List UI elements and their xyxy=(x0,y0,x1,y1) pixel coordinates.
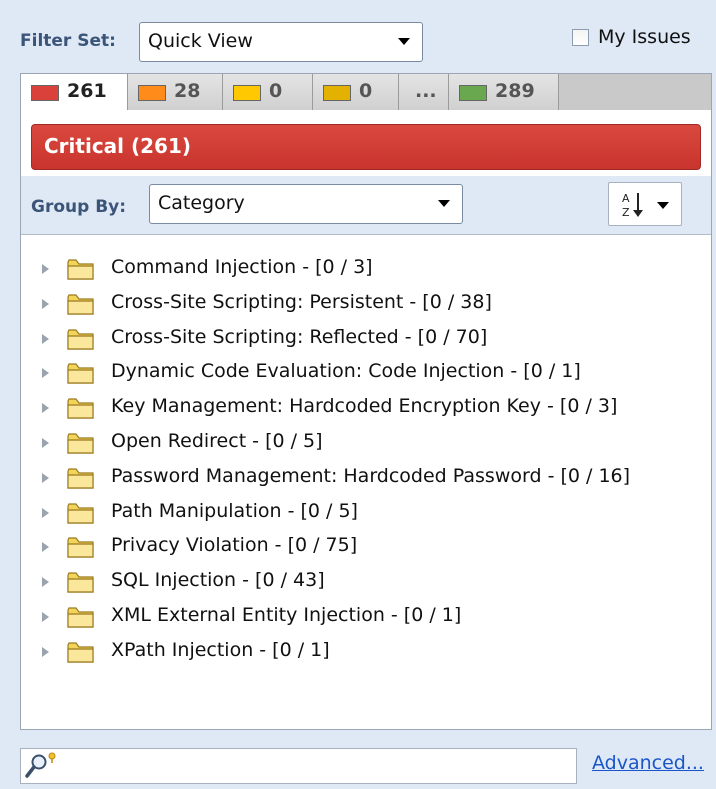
group-by-dropdown[interactable]: Category xyxy=(149,184,463,224)
severity-title: Critical (261) xyxy=(44,134,192,158)
tree-item-label: XPath Injection - [0 / 1] xyxy=(111,638,330,661)
severity-tab-strip: 261 28 0 0 ... 289 xyxy=(20,73,712,112)
issues-panel: Filter Set: Quick View My Issues 261 28 … xyxy=(0,0,716,789)
tree-item[interactable]: Command Injection - [0 / 3] xyxy=(21,253,711,287)
filter-set-dropdown[interactable]: Quick View xyxy=(139,22,423,62)
tree-item-label: Cross-Site Scripting: Persistent - [0 / … xyxy=(111,290,492,313)
folder-icon xyxy=(66,534,96,560)
my-issues-checkbox[interactable] xyxy=(572,29,589,46)
tree-item-label: Password Management: Hardcoded Password … xyxy=(111,464,631,487)
tree-item-label: Command Injection - [0 / 3] xyxy=(111,256,373,278)
folder-icon xyxy=(66,604,96,630)
expand-arrow-icon[interactable] xyxy=(42,612,49,622)
folder-icon xyxy=(66,291,96,317)
expand-arrow-icon[interactable] xyxy=(42,472,49,483)
critical-swatch xyxy=(31,85,59,101)
svg-text:A: A xyxy=(622,192,630,205)
tree-item[interactable]: Cross-Site Scripting: Reflected - [0 / 7… xyxy=(21,323,711,357)
issue-content-card: Critical (261) Group By: Category A Z Co… xyxy=(20,110,712,730)
tab-count: 0 xyxy=(269,80,283,102)
expand-arrow-icon[interactable] xyxy=(42,298,49,309)
tree-item[interactable]: Path Manipulation - [0 / 5] xyxy=(21,497,711,531)
expand-arrow-icon[interactable] xyxy=(42,368,49,379)
low-swatch xyxy=(323,85,351,101)
group-by-label: Group By: xyxy=(31,197,127,217)
my-issues-label: My Issues xyxy=(598,26,691,48)
search-field[interactable] xyxy=(20,748,577,784)
chevron-down-icon xyxy=(398,38,410,45)
tree-item-label: Path Manipulation - [0 / 5] xyxy=(111,499,358,522)
sort-az-icon: A Z xyxy=(622,192,643,219)
tab-count: 289 xyxy=(495,80,535,102)
tab-all[interactable]: 289 xyxy=(449,74,559,110)
group-by-toolbar: Group By: Category A Z xyxy=(21,176,711,235)
tree-item[interactable]: XML External Entity Injection - [0 / 1] xyxy=(21,601,711,635)
chevron-down-icon xyxy=(438,200,450,207)
tree-item-label: Cross-Site Scripting: Reflected - [0 / 7… xyxy=(111,325,488,348)
tree-item[interactable]: XPath Injection - [0 / 1] xyxy=(21,636,711,670)
tree-item-label: SQL Injection - [0 / 43] xyxy=(111,569,325,592)
tab-critical[interactable]: 261 xyxy=(21,74,128,112)
expand-arrow-icon[interactable] xyxy=(42,403,49,414)
tree-item-label: XML External Entity Injection - [0 / 1] xyxy=(111,604,462,626)
folder-icon xyxy=(66,395,96,421)
expand-arrow-icon[interactable] xyxy=(42,646,49,657)
sort-button[interactable]: A Z xyxy=(608,182,682,226)
folder-icon xyxy=(66,360,96,386)
tree-item[interactable]: Privacy Violation - [0 / 75] xyxy=(21,531,711,565)
expand-arrow-icon[interactable] xyxy=(42,507,49,518)
all-swatch xyxy=(459,85,487,101)
tab-more-label: ... xyxy=(415,80,437,102)
tab-high[interactable]: 28 xyxy=(128,74,223,110)
expand-arrow-icon[interactable] xyxy=(42,264,49,274)
tree-item[interactable]: Password Management: Hardcoded Password … xyxy=(21,462,711,496)
tree-item-label: Dynamic Code Evaluation: Code Injection … xyxy=(111,360,581,383)
expand-arrow-icon[interactable] xyxy=(42,438,49,448)
tab-more[interactable]: ... xyxy=(399,74,449,110)
search-icon xyxy=(25,752,56,778)
tree-item-label: Key Management: Hardcoded Encryption Key… xyxy=(111,395,618,418)
expand-arrow-icon[interactable] xyxy=(42,333,49,344)
expand-arrow-icon[interactable] xyxy=(42,542,49,553)
tree-item[interactable]: Key Management: Hardcoded Encryption Key… xyxy=(21,392,711,426)
tree-item[interactable]: Open Redirect - [0 / 5] xyxy=(21,427,711,461)
filter-set-label: Filter Set: xyxy=(20,31,116,51)
search-input[interactable] xyxy=(63,751,572,781)
tab-medium[interactable]: 0 xyxy=(223,74,313,110)
tab-count: 28 xyxy=(174,80,201,102)
tab-low[interactable]: 0 xyxy=(313,74,399,110)
high-swatch xyxy=(138,85,166,101)
tab-count: 261 xyxy=(67,80,107,102)
group-by-value: Category xyxy=(158,192,245,214)
folder-icon xyxy=(66,569,96,595)
advanced-link[interactable]: Advanced... xyxy=(592,752,704,774)
folder-icon xyxy=(66,639,96,665)
expand-arrow-icon[interactable] xyxy=(42,577,49,588)
severity-header: Critical (261) xyxy=(31,124,701,170)
tree-item-label: Privacy Violation - [0 / 75] xyxy=(111,534,358,557)
filter-set-value: Quick View xyxy=(148,30,253,52)
medium-swatch xyxy=(233,85,261,101)
folder-icon xyxy=(66,430,96,456)
folder-icon xyxy=(66,256,96,282)
tab-count: 0 xyxy=(359,80,373,102)
svg-text:Z: Z xyxy=(622,206,630,219)
chevron-down-icon xyxy=(657,202,669,209)
tree-item[interactable]: Cross-Site Scripting: Persistent - [0 / … xyxy=(21,288,711,322)
folder-icon xyxy=(66,465,96,491)
folder-icon xyxy=(66,326,96,352)
folder-icon xyxy=(66,500,96,526)
tree-item-label: Open Redirect - [0 / 5] xyxy=(111,430,323,452)
tree-item[interactable]: SQL Injection - [0 / 43] xyxy=(21,566,711,600)
tree-item[interactable]: Dynamic Code Evaluation: Code Injection … xyxy=(21,357,711,391)
